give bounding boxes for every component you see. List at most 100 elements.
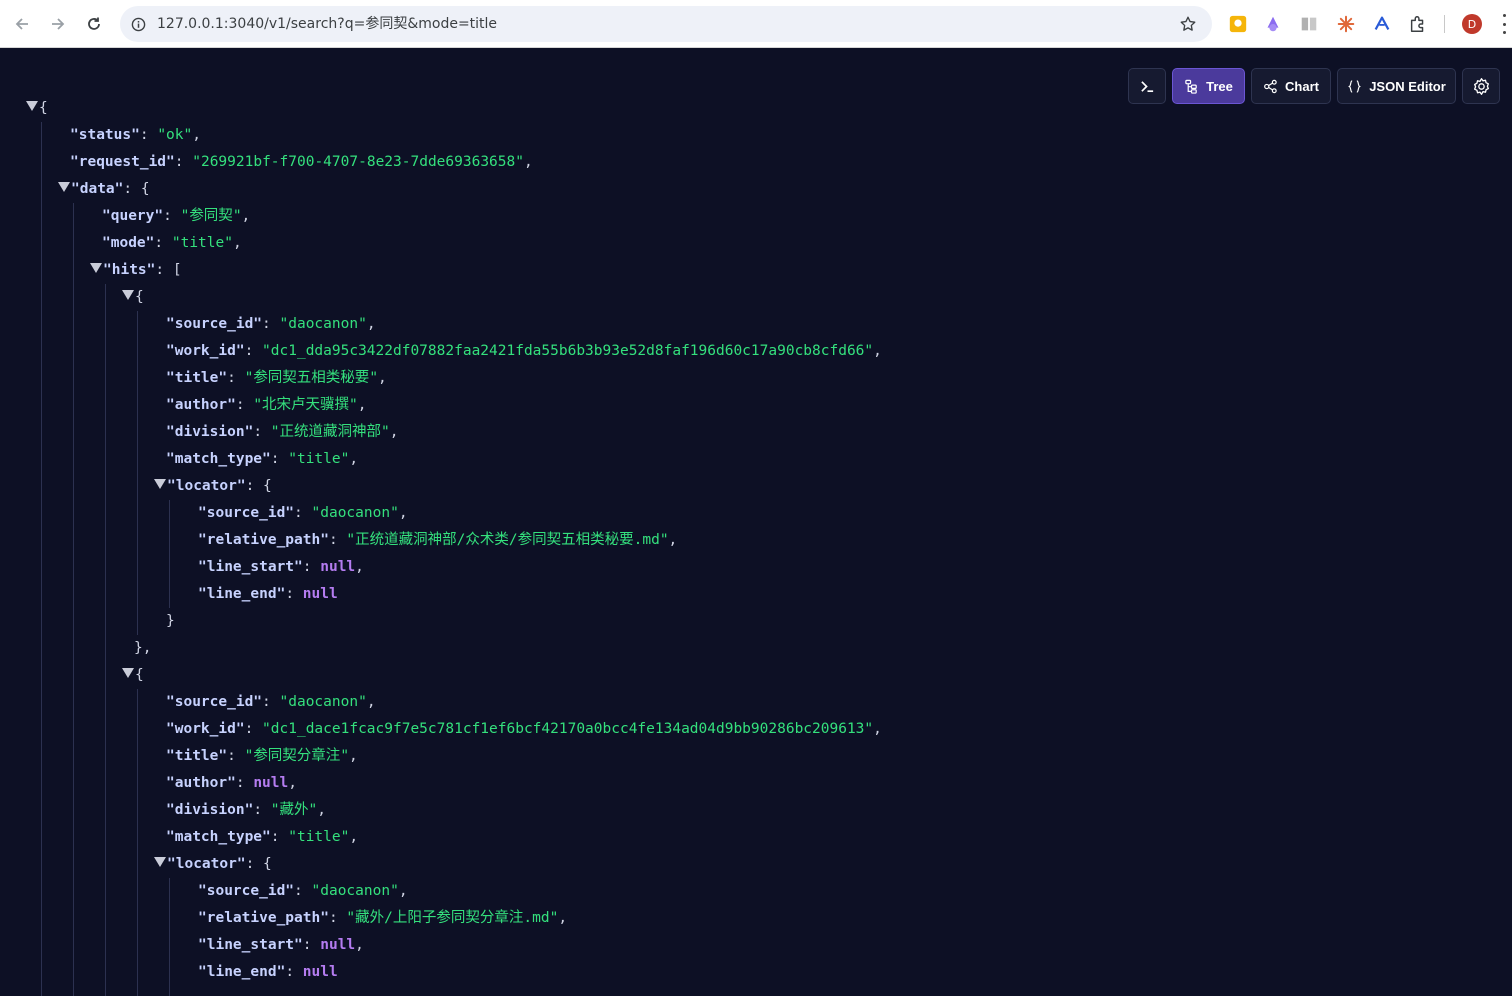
relative-path-value: 正统道藏洞神部/众术类/参同契五相类秘要.md [355, 532, 660, 548]
extension-arrow-icon[interactable] [1371, 13, 1393, 35]
json-row-author: "author": "北宋卢天骥撰", [166, 397, 367, 413]
address-bar[interactable]: 127.0.0.1:3040/v1/search?q=参同契&mode=titl… [120, 6, 1212, 42]
browser-menu-icon[interactable] [1500, 14, 1508, 34]
match-type-value: title [296, 829, 341, 845]
json-row-line-start: "line_start": null, [198, 559, 364, 575]
json-row-division: "division": "正统道藏洞神部", [166, 424, 399, 440]
json-row-match-type: "match_type": "title", [166, 829, 359, 845]
settings-button[interactable] [1462, 68, 1500, 104]
arrow-right-icon [52, 18, 65, 30]
author-value: null [253, 775, 289, 791]
collapse-triangle-icon[interactable] [122, 290, 134, 300]
url-text[interactable]: 127.0.0.1:3040/v1/search?q=参同契&mode=titl… [157, 15, 497, 33]
collapse-triangle-icon[interactable] [122, 668, 134, 678]
json-row-query: "query": "参同契", [102, 208, 251, 224]
extension-purple-icon[interactable] [1262, 13, 1284, 35]
line-start-value: null [320, 937, 356, 953]
tab-chart-label: Chart [1285, 78, 1319, 94]
title-value: 参同契五相类秘要 [253, 370, 370, 386]
back-button[interactable] [8, 10, 36, 38]
collapse-triangle-icon[interactable] [90, 263, 102, 273]
json-row-locator[interactable]: "locator": { [154, 473, 272, 500]
source-id-value: daocanon [288, 316, 359, 332]
json-hit-open[interactable]: { [122, 284, 144, 311]
json-row-match-type: "match_type": "title", [166, 451, 359, 467]
match-type-value: title [296, 451, 341, 467]
json-row-locator-source-id: "source_id": "daocanon", [198, 883, 408, 899]
line-start-value: null [320, 559, 356, 575]
toolbar-separator [1444, 15, 1445, 33]
indent-guide [169, 500, 170, 608]
locator-source-id-value: daocanon [320, 505, 391, 521]
collapse-triangle-icon[interactable] [58, 182, 70, 192]
indent-guide [137, 311, 138, 635]
tab-json-editor-label: JSON Editor [1369, 78, 1446, 94]
source-id-value: daocanon [288, 694, 359, 710]
tab-tree[interactable]: Tree [1172, 68, 1245, 104]
line-end-value: null [302, 964, 338, 980]
division-value: 正统道藏洞神部 [279, 424, 382, 440]
json-row-mode: "mode": "title", [102, 235, 242, 251]
line-end-value: null [302, 586, 338, 602]
terminal-icon [1140, 80, 1153, 92]
indent-guide [169, 878, 170, 996]
tab-chart[interactable]: Chart [1251, 68, 1331, 104]
indent-guide [105, 284, 106, 996]
reload-button[interactable] [80, 10, 108, 38]
request-id-value: 269921bf-f700-4707-8e23-7dde69363658 [200, 154, 516, 170]
json-root-open[interactable]: { [26, 95, 48, 122]
relative-path-value: 藏外/上阳子参同契分章注.md [355, 910, 550, 926]
gear-icon [1473, 77, 1489, 95]
title-value: 参同契分章注 [253, 748, 341, 764]
json-row-source-id: "source_id": "daocanon", [166, 694, 376, 710]
json-row-locator[interactable]: "locator": { [154, 851, 272, 878]
locator-source-id-value: daocanon [320, 883, 391, 899]
collapse-triangle-icon[interactable] [26, 101, 38, 111]
json-row-division: "division": "藏外", [166, 802, 326, 818]
query-value: 参同契 [189, 208, 233, 224]
extension-yellow-icon[interactable] [1227, 13, 1249, 35]
json-row-line-end: "line_end": null [198, 964, 338, 980]
collapse-triangle-icon[interactable] [154, 857, 166, 867]
browser-chrome: 127.0.0.1:3040/v1/search?q=参同契&mode=titl… [0, 0, 1512, 48]
bookmark-star-icon[interactable] [1178, 14, 1198, 34]
json-row-status: "status": "ok", [70, 127, 201, 143]
json-row-line-start: "line_start": null, [198, 937, 364, 953]
work-id-value: dc1_dace1fcac9f7e5c781cf1ef6bcf42170a0bc… [270, 721, 865, 737]
json-row-title: "title": "参同契分章注", [166, 748, 358, 764]
extension-claude-icon[interactable] [1335, 13, 1357, 35]
json-row-work-id: "work_id": "dc1_dda95c3422df07882faa2421… [166, 343, 882, 359]
terminal-button[interactable] [1128, 68, 1166, 104]
tree-icon [1185, 79, 1197, 94]
forward-button[interactable] [44, 10, 72, 38]
indent-guide [137, 689, 138, 996]
json-hit-close: }, [134, 640, 152, 656]
extension-reader-icon[interactable] [1298, 13, 1320, 35]
json-locator-close: } [166, 613, 175, 629]
status-value: ok [166, 127, 184, 143]
division-value: 藏外 [279, 802, 309, 818]
json-row-request-id: "request_id": "269921bf-f700-4707-8e23-7… [70, 154, 533, 170]
collapse-triangle-icon[interactable] [154, 479, 166, 489]
chart-nodes-icon [1264, 79, 1277, 93]
json-row-title: "title": "参同契五相类秘要", [166, 370, 387, 386]
json-row-work-id: "work_id": "dc1_dace1fcac9f7e5c781cf1ef6… [166, 721, 882, 737]
tab-tree-label: Tree [1206, 78, 1233, 94]
json-row-relative-path: "relative_path": "正统道藏洞神部/众术类/参同契五相类秘要.m… [198, 532, 678, 548]
indent-guide [73, 203, 74, 996]
tab-json-editor[interactable]: JSON Editor [1337, 68, 1456, 104]
json-row-data[interactable]: "data": { [58, 176, 150, 203]
json-row-locator-source-id: "source_id": "daocanon", [198, 505, 408, 521]
extensions-puzzle-icon[interactable] [1407, 13, 1429, 35]
mode-value: title [180, 235, 225, 251]
profile-avatar[interactable]: D [1462, 14, 1482, 34]
json-row-line-end: "line_end": null [198, 586, 338, 602]
json-row-relative-path: "relative_path": "藏外/上阳子参同契分章注.md", [198, 910, 568, 926]
reload-icon [88, 17, 100, 30]
json-hit-open[interactable]: { [122, 662, 144, 689]
json-row-author: "author": null, [166, 775, 297, 791]
json-row-source-id: "source_id": "daocanon", [166, 316, 376, 332]
site-info-icon[interactable] [129, 15, 147, 33]
json-row-hits[interactable]: "hits": [ [90, 257, 182, 284]
work-id-value: dc1_dda95c3422df07882faa2421fda55b6b3b93… [270, 343, 865, 359]
